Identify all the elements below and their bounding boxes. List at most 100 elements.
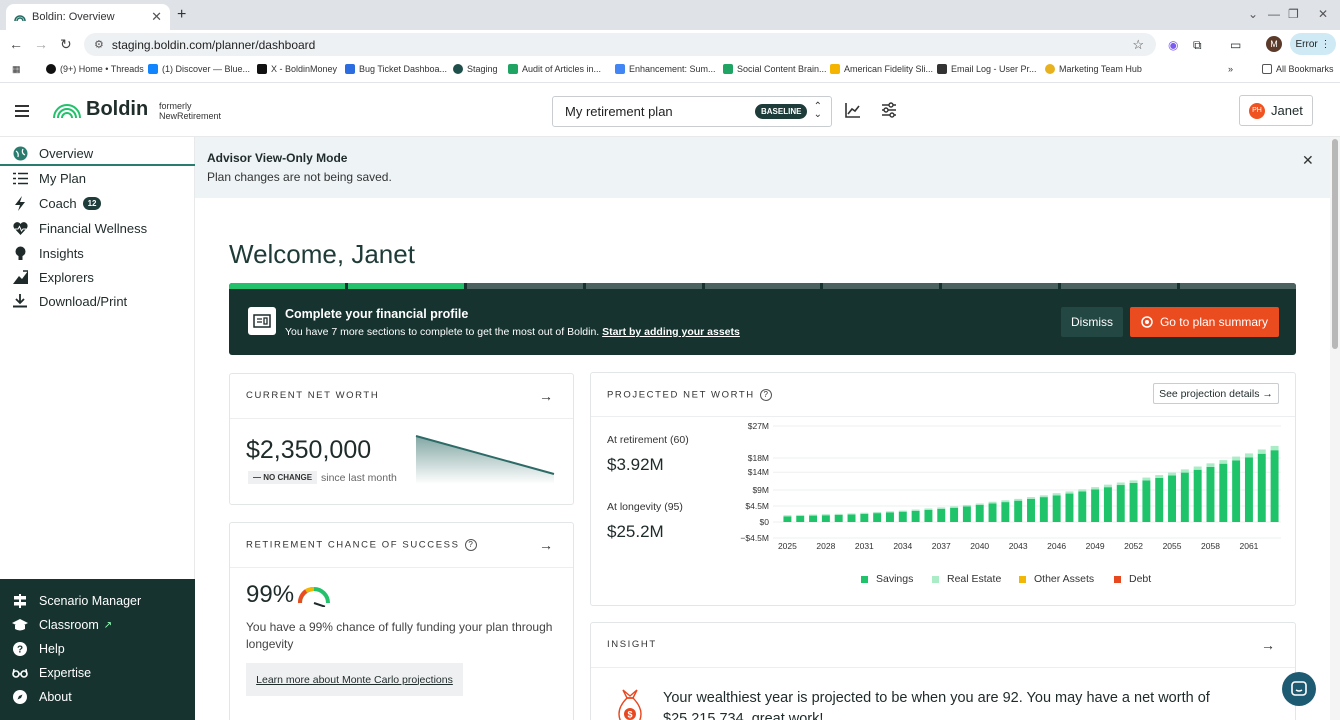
current-net-worth-card[interactable]: CURRENT NET WORTH → $2,350,000 — NO CHAN… [229,373,574,505]
sidebar-item-expertise[interactable]: Expertise [0,662,195,684]
bar-real-estate[interactable] [860,512,869,514]
bar-real-estate[interactable] [847,513,856,515]
bar-savings[interactable] [1103,487,1112,522]
bar-real-estate[interactable] [950,506,959,508]
bar-savings[interactable] [1091,489,1100,522]
bar-real-estate[interactable] [821,514,830,516]
bookmark-item[interactable]: (1) Discover — Blue... [148,64,250,74]
bar-savings[interactable] [886,512,894,522]
bar-savings[interactable] [1116,485,1125,522]
bar-real-estate[interactable] [1129,480,1138,483]
bar-savings[interactable] [1193,469,1202,522]
sidebar-item-explorers[interactable]: Explorers [0,265,195,289]
url-input[interactable]: ⚙ staging.boldin.com/planner/dashboard ☆ [84,33,1156,56]
bar-real-estate[interactable] [962,504,971,507]
tab-search-icon[interactable]: ⌄ [1248,7,1258,21]
bar-real-estate[interactable] [1232,456,1241,461]
bar-savings[interactable] [1014,500,1023,522]
bookmark-item[interactable]: Bug Ticket Dashboa... [345,64,447,74]
bar-real-estate[interactable] [1244,453,1253,458]
error-button[interactable]: Error ⋮ [1290,33,1336,55]
sidebar-item-about[interactable]: About [0,686,195,708]
bar-real-estate[interactable] [1155,475,1164,478]
bar-real-estate[interactable] [1103,484,1112,488]
bar-real-estate[interactable] [1039,495,1048,498]
bar-real-estate[interactable] [1219,460,1228,464]
bar-savings[interactable] [1270,450,1279,522]
bar-savings[interactable] [898,511,907,522]
bar-savings[interactable] [1027,498,1035,522]
help-icon[interactable]: ? [759,389,772,401]
help-icon[interactable]: ? [464,539,477,551]
bar-real-estate[interactable] [1001,500,1010,503]
plan-selector[interactable]: My retirement plan BASELINE ⌃ ⌄ [552,96,832,127]
bookmark-item[interactable]: Email Log - User Pr... [937,64,1037,74]
insight-card[interactable]: INSIGHT → $ Your wealthiest year is proj… [590,622,1296,720]
apps-grid-icon[interactable]: ▦ [12,64,21,75]
bar-real-estate[interactable] [873,512,882,514]
bookmark-item[interactable]: Social Content Brain... [723,64,827,74]
bar-real-estate[interactable] [1091,487,1100,490]
bar-real-estate[interactable] [1142,477,1151,481]
bar-savings[interactable] [1206,466,1215,522]
bookmark-item[interactable]: Audit of Articles in... [508,64,601,74]
bar-savings[interactable] [783,516,792,522]
bar-real-estate[interactable] [988,501,997,504]
bar-real-estate[interactable] [1027,497,1035,499]
reload-icon[interactable]: ↻ [60,36,72,53]
bar-savings[interactable] [796,515,805,522]
bookmark-item[interactable]: Staging [453,64,498,74]
boldin-logo[interactable]: Boldin [52,98,148,121]
back-icon[interactable]: ← [9,36,23,52]
see-projection-details-button[interactable]: See projection details → [1153,383,1279,404]
bar-savings[interactable] [821,515,830,522]
bar-real-estate[interactable] [1206,463,1215,467]
bar-real-estate[interactable] [1078,489,1087,492]
sidebar-item-financial-wellness[interactable]: Financial Wellness [0,216,195,240]
bar-real-estate[interactable] [1193,466,1202,470]
bar-real-estate[interactable] [1052,493,1061,496]
close-icon[interactable]: ✕ [1302,152,1314,169]
bar-real-estate[interactable] [911,509,920,511]
retirement-success-card[interactable]: RETIREMENT CHANCE OF SUCCESS? → 99% You … [229,522,574,720]
bar-savings[interactable] [834,514,843,522]
cast-icon[interactable]: ▭ [1230,38,1241,52]
arrow-right-icon[interactable]: → [1261,637,1275,653]
projected-net-worth-card[interactable]: PROJECTED NET WORTH? See projection deta… [590,372,1296,606]
sidebar-item-help[interactable]: ? Help [0,638,195,660]
all-bookmarks-folder[interactable]: All Bookmarks [1262,64,1334,74]
more-bookmarks-icon[interactable]: » [1228,64,1233,74]
bar-savings[interactable] [924,509,933,522]
scrollbar-thumb[interactable] [1332,139,1338,349]
user-menu-button[interactable]: PH Janet [1239,95,1313,126]
bar-savings[interactable] [1065,493,1074,522]
sidebar-item-download-print[interactable]: Download/Print [0,289,195,313]
bar-savings[interactable] [1001,502,1010,522]
browser-profile-avatar[interactable]: M [1266,36,1282,52]
bar-savings[interactable] [1129,482,1138,522]
monte-carlo-link[interactable]: Learn more about Monte Carlo projections [246,663,463,696]
bar-real-estate[interactable] [1257,449,1266,454]
bookmark-item[interactable]: Enhancement: Sum... [615,64,716,74]
bar-savings[interactable] [911,510,920,522]
chart-trend-icon[interactable] [845,102,861,118]
bar-real-estate[interactable] [796,514,805,516]
bookmark-item[interactable]: American Fidelity Sli... [830,64,933,74]
window-close-icon[interactable]: ✕ [1318,7,1328,21]
chat-support-button[interactable] [1282,672,1316,706]
bar-savings[interactable] [1257,453,1266,522]
bar-real-estate[interactable] [1168,472,1176,476]
bookmark-item[interactable]: X - BoldinMoney [257,64,337,74]
forward-icon[interactable]: → [34,36,48,52]
minimize-icon[interactable]: — [1268,7,1280,21]
site-info-icon[interactable]: ⚙ [94,38,104,51]
extensions-puzzle-icon[interactable]: ⧉ [1193,38,1202,53]
bar-savings[interactable] [1232,460,1241,522]
sidebar-item-my-plan[interactable]: My Plan [0,166,195,190]
restore-icon[interactable]: ❐ [1288,7,1299,21]
hamburger-menu-icon[interactable] [15,105,29,120]
bar-savings[interactable] [873,513,882,522]
sliders-icon[interactable] [881,102,897,118]
sidebar-item-classroom[interactable]: Classroom ↗ [0,614,195,636]
bar-real-estate[interactable] [1270,445,1279,451]
